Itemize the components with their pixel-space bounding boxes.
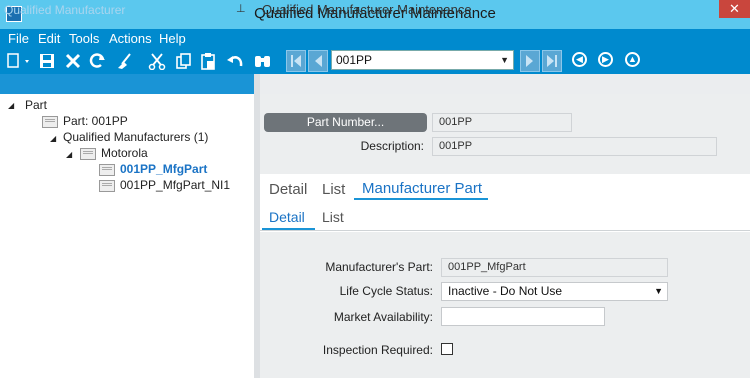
mfg-part-node-icon <box>99 164 115 176</box>
record-combo-value: 001PP <box>336 53 373 67</box>
tree-item-001pp-mfgpart-ni1[interactable]: 001PP_MfgPart_NI1 <box>120 178 230 192</box>
menu-file[interactable]: File <box>8 31 29 47</box>
tree-item-001pp-mfgpart[interactable]: 001PP_MfgPart <box>120 162 207 176</box>
forward-icon[interactable]: ▶ <box>598 52 613 67</box>
previous-record-icon[interactable] <box>308 50 328 72</box>
right-panel-title: Qualified Manufacturer Maintenance <box>262 2 472 17</box>
tree-item-part[interactable]: Part <box>25 98 47 112</box>
window-close-button[interactable]: ✕ <box>719 0 750 18</box>
right-panel-header <box>260 74 750 94</box>
tab-active-indicator <box>354 198 488 200</box>
left-panel-title: Qualified Manufacturer <box>4 3 126 17</box>
copy-icon[interactable] <box>174 52 192 70</box>
chevron-down-icon[interactable]: ▼ <box>500 51 509 69</box>
description-field[interactable]: 001PP <box>432 137 717 156</box>
header-fields-area <box>260 94 750 174</box>
close-icon: ✕ <box>729 1 740 16</box>
tree-item-motorola[interactable]: Motorola <box>101 146 148 160</box>
part-number-field[interactable]: 001PP <box>432 113 572 132</box>
description-label: Description: <box>360 139 424 153</box>
expanded-icon[interactable]: ◢ <box>8 101 14 110</box>
record-combo[interactable]: 001PP ▼ <box>331 50 514 70</box>
left-panel-header <box>0 74 254 94</box>
menu-help[interactable]: Help <box>159 31 186 47</box>
new-icon[interactable] <box>5 52 33 70</box>
back-icon[interactable]: ◀ <box>572 52 587 67</box>
menu-tools[interactable]: Tools <box>69 31 99 47</box>
mfg-part-field[interactable]: 001PP_MfgPart <box>441 258 668 277</box>
tree-item-part-001pp[interactable]: Part: 001PP <box>63 114 128 128</box>
inspection-required-label: Inspection Required: <box>322 343 433 357</box>
menu-edit[interactable]: Edit <box>38 31 60 47</box>
undo-icon[interactable] <box>225 52 245 70</box>
part-number-button[interactable]: Part Number... <box>264 113 427 132</box>
expanded-icon[interactable]: ◢ <box>66 150 72 159</box>
refresh-icon[interactable] <box>88 52 108 70</box>
mfg-part-label: Manufacturer's Part: <box>325 260 433 274</box>
tree-item-qualified-manufacturers[interactable]: Qualified Manufacturers (1) <box>63 130 208 144</box>
market-availability-input[interactable] <box>441 307 605 326</box>
tab-detail[interactable]: Detail <box>269 181 307 198</box>
life-cycle-label: Life Cycle Status: <box>339 284 433 298</box>
life-cycle-value: Inactive - Do Not Use <box>448 284 563 298</box>
expanded-icon[interactable]: ◢ <box>50 134 56 143</box>
cut-icon[interactable] <box>148 52 166 71</box>
market-availability-label: Market Availability: <box>333 310 433 324</box>
home-icon[interactable]: ▲ <box>625 52 640 67</box>
manufacturer-node-icon <box>80 148 96 160</box>
tab-manufacturer-part[interactable]: Manufacturer Part <box>362 180 482 197</box>
first-record-icon[interactable] <box>286 50 306 72</box>
pin-icon[interactable]: ⊥ <box>236 2 246 15</box>
life-cycle-select[interactable]: Inactive - Do Not Use ▼ <box>441 282 668 301</box>
mfg-part-node-icon <box>99 180 115 192</box>
paste-icon[interactable] <box>199 52 217 70</box>
subtab-divider <box>260 230 750 231</box>
part-node-icon <box>42 116 58 128</box>
tab-list[interactable]: List <box>322 181 345 198</box>
search-icon[interactable] <box>253 52 273 70</box>
save-icon[interactable] <box>38 52 56 70</box>
subtab-list[interactable]: List <box>322 209 344 225</box>
chevron-down-icon[interactable]: ▼ <box>654 283 663 300</box>
subtab-detail[interactable]: Detail <box>269 209 305 225</box>
inspection-required-checkbox[interactable] <box>441 343 453 355</box>
clear-icon[interactable] <box>116 52 136 70</box>
delete-icon[interactable] <box>64 52 82 70</box>
menu-actions[interactable]: Actions <box>109 31 152 47</box>
last-record-icon[interactable] <box>542 50 562 72</box>
next-record-icon[interactable] <box>520 50 540 72</box>
